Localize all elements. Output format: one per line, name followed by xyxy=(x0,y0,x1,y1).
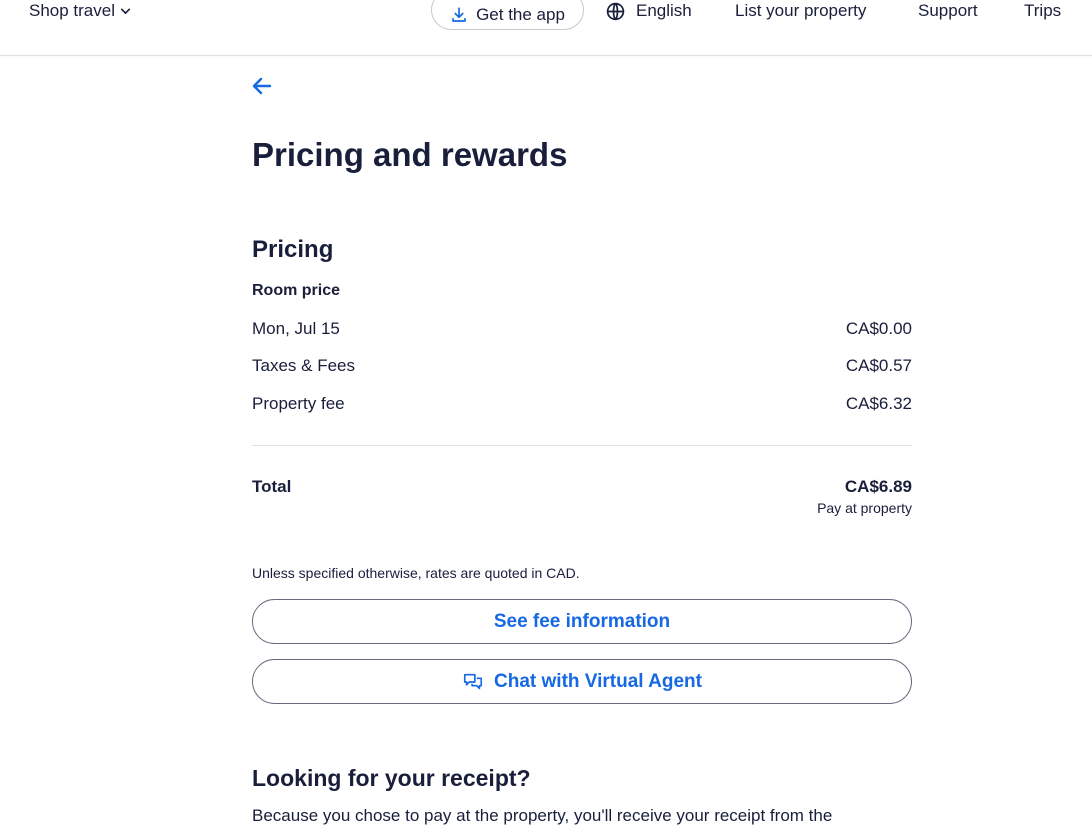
currency-note: Unless specified otherwise, rates are qu… xyxy=(252,565,580,581)
price-row-label: Property fee xyxy=(252,394,345,413)
trips-label: Trips xyxy=(1024,1,1062,20)
chevron-down-icon xyxy=(120,8,131,14)
price-row-date: Mon, Jul 15 CA$0.00 xyxy=(252,318,912,340)
download-icon xyxy=(452,7,466,22)
receipt-section-title: Looking for your receipt? xyxy=(252,765,531,791)
list-your-property-label: List your property xyxy=(735,1,867,20)
shop-travel-menu[interactable]: Shop travel xyxy=(29,0,132,22)
total-label: Total xyxy=(252,477,292,496)
pricing-divider xyxy=(252,445,912,446)
see-fee-information-button[interactable]: See fee information xyxy=(252,599,912,644)
total-value: CA$6.89 xyxy=(844,477,912,496)
language-selector[interactable]: English xyxy=(605,0,692,22)
support-link[interactable]: Support xyxy=(918,0,978,22)
price-row-value: CA$0.00 xyxy=(845,319,912,338)
language-label: English xyxy=(636,1,692,20)
trips-link[interactable]: Trips xyxy=(1024,0,1061,22)
price-row-value: CA$6.32 xyxy=(845,394,912,413)
get-the-app-button[interactable]: Get the app xyxy=(431,0,584,30)
get-the-app-label: Get the app xyxy=(476,5,565,24)
pricing-section-title: Pricing xyxy=(252,236,334,263)
price-row-value: CA$0.57 xyxy=(845,356,912,375)
top-navigation-bar: Shop travel Get the app English List you… xyxy=(0,0,1092,56)
room-price-label: Room price xyxy=(252,282,341,299)
chat-with-virtual-agent-button[interactable]: Chat with Virtual Agent xyxy=(252,659,912,704)
receipt-description: Because you chose to pay at the property… xyxy=(252,806,833,833)
page-title: Pricing and rewards xyxy=(252,136,568,173)
list-your-property-link[interactable]: List your property xyxy=(735,0,866,22)
see-fee-information-label: See fee information xyxy=(493,610,671,632)
price-row-taxes: Taxes & Fees CA$0.57 xyxy=(252,355,912,377)
price-row-label: Taxes & Fees xyxy=(252,356,355,375)
back-arrow-icon[interactable] xyxy=(250,74,274,98)
price-row-property-fee: Property fee CA$6.32 xyxy=(252,393,912,415)
pay-at-property-note: Pay at property xyxy=(817,500,912,516)
globe-icon xyxy=(606,2,625,20)
chat-with-virtual-agent-label: Chat with Virtual Agent xyxy=(494,670,702,692)
support-label: Support xyxy=(918,1,978,20)
shop-travel-label: Shop travel xyxy=(29,1,115,20)
chat-bubbles-icon xyxy=(463,673,483,689)
price-row-label: Mon, Jul 15 xyxy=(252,319,340,338)
